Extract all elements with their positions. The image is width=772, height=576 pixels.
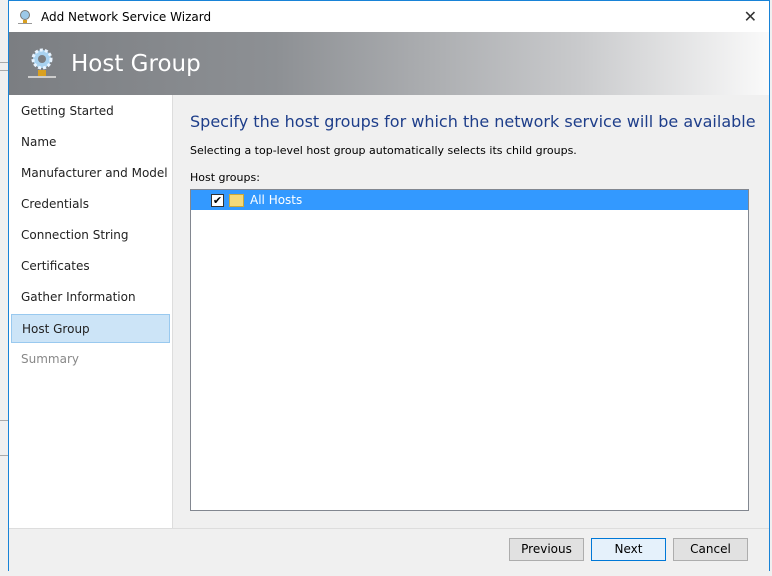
nav-item-host-group[interactable]: Host Group [11, 314, 170, 343]
nav-item-connection-string[interactable]: Connection String [11, 221, 170, 250]
nav-item-getting-started[interactable]: Getting Started [11, 97, 170, 126]
banner: Host Group [9, 32, 769, 95]
next-button[interactable]: Next [591, 538, 666, 561]
page-title: Host Group [71, 50, 201, 77]
host-groups-label: Host groups: [190, 171, 260, 184]
main-panel: Specify the host groups for which the ne… [174, 95, 769, 528]
tree-item-all-hosts[interactable]: ✔ All Hosts [191, 190, 748, 210]
host-groups-tree[interactable]: ✔ All Hosts [190, 189, 749, 511]
network-service-icon [28, 48, 56, 78]
nav-item-credentials[interactable]: Credentials [11, 190, 170, 219]
previous-button[interactable]: Previous [509, 538, 584, 561]
title-bar: Add Network Service Wizard ✕ [9, 1, 769, 32]
nav-item-manufacturer-and-model[interactable]: Manufacturer and Model [11, 159, 170, 188]
host-group-folder-icon [229, 193, 244, 207]
nav-item-summary: Summary [21, 352, 79, 366]
nav-item-gather-information[interactable]: Gather Information [11, 283, 170, 312]
all-hosts-checkbox[interactable]: ✔ [211, 193, 224, 207]
description: Selecting a top-level host group automat… [190, 144, 577, 157]
wizard-window: Add Network Service Wizard ✕ Host Group … [8, 0, 770, 571]
window-title: Add Network Service Wizard [41, 9, 212, 24]
section-heading: Specify the host groups for which the ne… [190, 112, 756, 131]
tree-item-label: All Hosts [250, 193, 303, 207]
close-button[interactable]: ✕ [744, 7, 757, 26]
network-service-icon [18, 9, 32, 24]
nav-item-certificates[interactable]: Certificates [11, 252, 170, 281]
wizard-steps: Getting Started Name Manufacturer and Mo… [9, 95, 173, 528]
footer: Previous Next Cancel [9, 528, 769, 571]
nav-item-name[interactable]: Name [11, 128, 170, 157]
cancel-button[interactable]: Cancel [673, 538, 748, 561]
